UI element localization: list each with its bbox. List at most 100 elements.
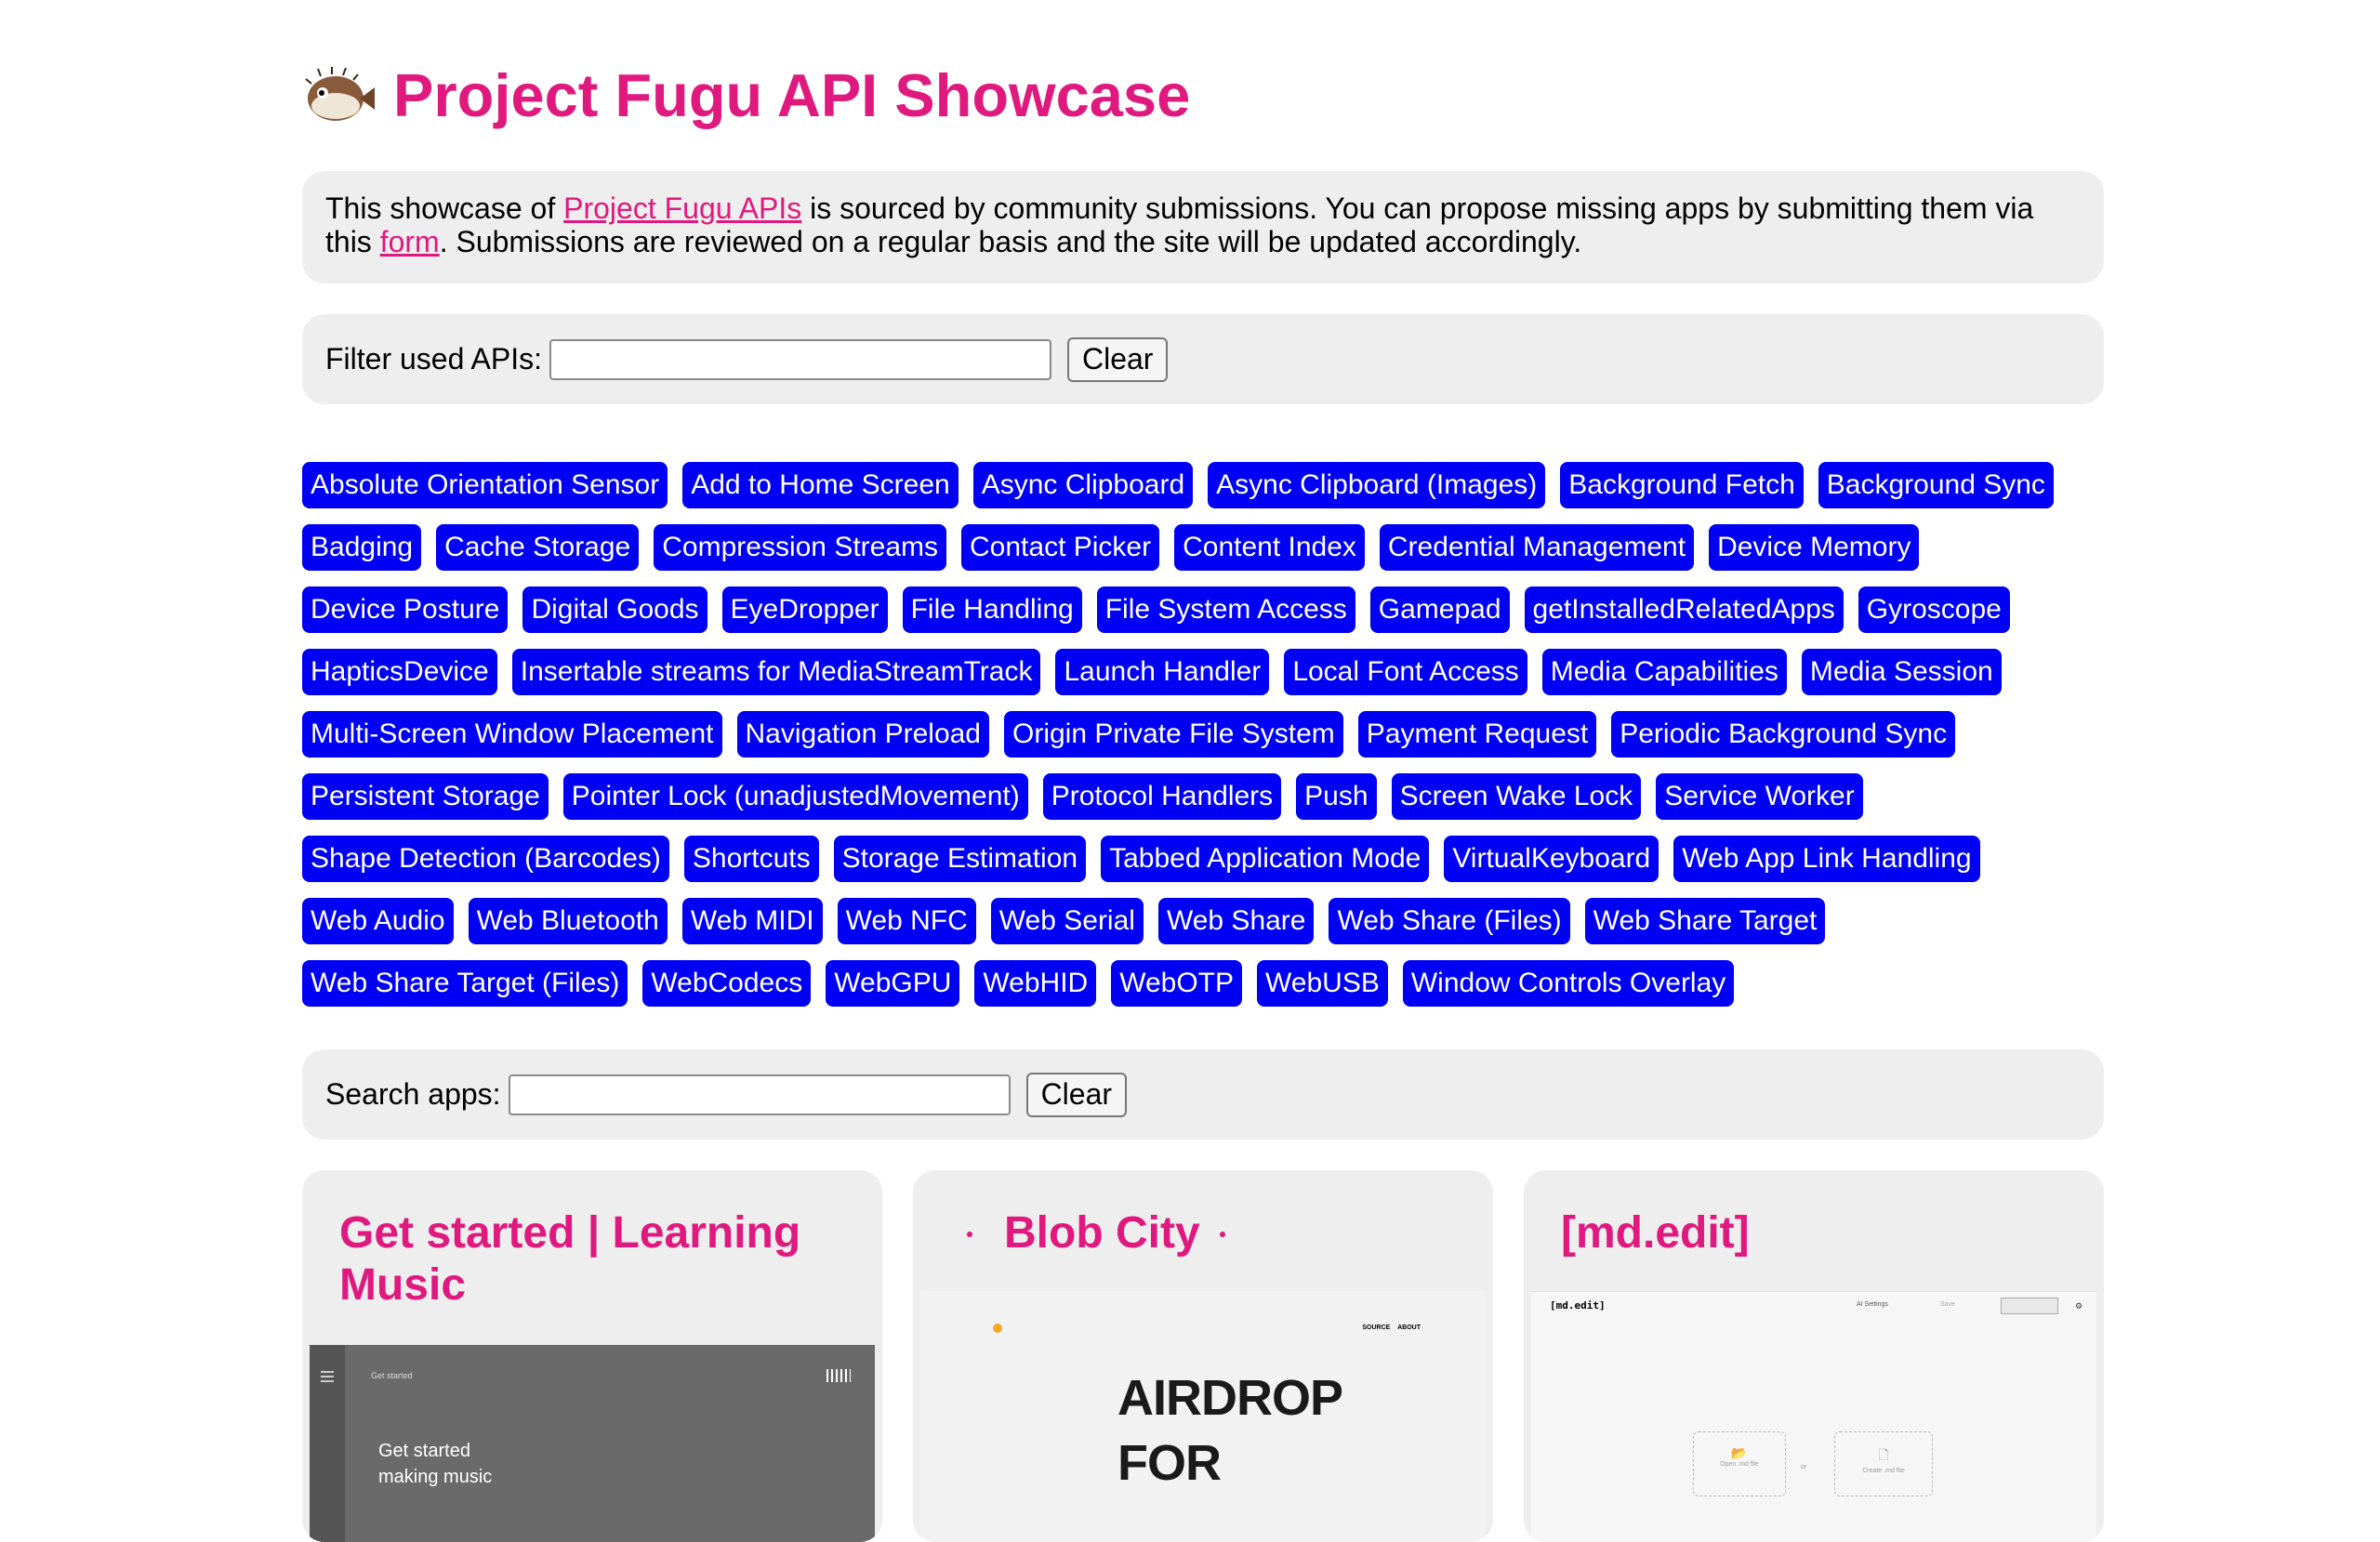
header: Project Fugu API Showcase [302,0,2104,191]
api-tag[interactable]: Content Index [1174,524,1365,571]
api-tag[interactable]: Periodic Background Sync [1611,711,1956,758]
api-tag[interactable]: Gyroscope [1858,586,2010,633]
api-tag[interactable]: Shape Detection (Barcodes) [302,836,669,882]
api-tag[interactable]: Payment Request [1357,711,1597,758]
app-card-title[interactable]: Blob City [913,1170,1493,1259]
api-tag[interactable]: Tabbed Application Mode [1101,836,1430,882]
search-input[interactable] [508,1074,1011,1115]
api-tag[interactable]: Cache Storage [436,524,640,571]
or-label: or [1801,1464,1807,1470]
api-tag[interactable]: Credential Management [1379,524,1695,571]
api-tag[interactable]: Add to Home Screen [682,462,959,508]
api-tag[interactable]: Badging [302,524,422,571]
api-tag[interactable]: Screen Wake Lock [1391,773,1642,820]
api-tag[interactable]: Service Worker [1656,773,1863,820]
filter-clear-button[interactable]: Clear [1066,336,1169,382]
api-tag[interactable]: Async Clipboard (Images) [1208,462,1546,508]
form-link[interactable]: form [380,225,440,258]
api-tag[interactable]: Pointer Lock (unadjustedMovement) [562,773,1028,820]
search-panel: Search apps: Clear [302,1049,2104,1140]
api-tag[interactable]: Web Share Target (Files) [302,960,628,1007]
api-tag[interactable]: File Handling [902,586,1082,633]
api-tag[interactable]: Digital Goods [522,586,707,633]
api-tag[interactable]: Absolute Orientation Sensor [302,462,668,508]
gear-icon: ⚙ [2075,1301,2083,1311]
api-tag[interactable]: HapticsDevice [302,649,497,695]
api-tag[interactable]: Local Font Access [1284,649,1527,695]
api-tag[interactable]: Web Serial [990,898,1144,944]
app-card[interactable]: Blob City SOURCE ABOUT AIRDROP FOR [913,1170,1493,1542]
api-tag[interactable]: Protocol Handlers [1042,773,1282,820]
api-tag[interactable]: Web Share [1157,898,1315,944]
api-tag[interactable]: VirtualKeyboard [1444,836,1659,882]
api-tag[interactable]: Launch Handler [1055,649,1270,695]
fugu-apis-link[interactable]: Project Fugu APIs [563,191,801,225]
api-tag[interactable]: Storage Estimation [833,836,1087,882]
open-file-label: Open .md file [1720,1461,1759,1468]
api-tag[interactable]: Insertable streams for MediaStreamTrack [511,649,1041,695]
folder-icon: 📂 [1731,1445,1748,1460]
api-tag[interactable]: Shortcuts [683,836,819,882]
api-tag[interactable]: Web NFC [837,898,976,944]
search-clear-button[interactable]: Clear [1025,1072,1128,1117]
api-tag[interactable]: WebHID [974,960,1097,1007]
page-title: Project Fugu API Showcase [393,61,1191,129]
screenshot-nav: SOURCE ABOUT [1362,1325,1421,1331]
api-tag[interactable]: WebUSB [1257,960,1388,1007]
app-card-title[interactable]: [md.edit] [1524,1170,2104,1259]
api-tag[interactable]: WebGPU [826,960,960,1007]
api-tag[interactable]: Web MIDI [681,898,823,944]
api-tag[interactable]: Push [1296,773,1377,820]
api-tag[interactable]: Web Share (Files) [1329,898,1570,944]
api-tag[interactable]: Window Controls Overlay [1402,960,1735,1007]
intro-text: . Submissions are reviewed on a regular … [439,225,1582,258]
screenshot-line: making music [378,1467,493,1487]
api-tag-list: Absolute Orientation Sensor Add to Home S… [302,462,2069,1022]
api-tag[interactable]: Persistent Storage [302,773,549,820]
api-tag[interactable]: Multi-Screen Window Placement [302,711,722,758]
intro-text: This showcase of [325,191,564,225]
api-tag[interactable]: Media Session [1801,649,2002,695]
api-tag[interactable]: Web App Link Handling [1673,836,1980,882]
app-card[interactable]: [md.edit] [md.edit] AI Settings Save ⚙ 📂… [1524,1170,2104,1542]
app-card-title[interactable]: Get started | Learning Music [302,1170,882,1311]
api-tag[interactable]: Device Posture [302,586,509,633]
filter-label: Filter used APIs: [325,342,542,376]
view-toggle [2001,1298,2058,1314]
headline-line: FOR [1117,1435,1222,1491]
api-tag[interactable]: Origin Private File System [1004,711,1343,758]
api-tag[interactable]: Background Fetch [1560,462,1804,508]
intro-panel: This showcase of Project Fugu APIs is so… [302,171,2104,283]
api-tag[interactable]: Web Share Target [1584,898,1826,944]
api-tag[interactable]: WebCodecs [642,960,812,1007]
headline-line: AIRDROP [1117,1370,1343,1426]
screenshot-headline: AIRDROP FOR [1117,1365,1343,1496]
filter-input[interactable] [549,338,1051,380]
api-tag[interactable]: Contact Picker [961,524,1160,571]
api-tag[interactable]: Compression Streams [654,524,947,571]
screenshot-sidebar [310,1345,345,1542]
decorative-dot [967,1232,972,1237]
ai-settings-label: AI Settings [1857,1301,1888,1308]
api-tag[interactable]: EyeDropper [721,586,888,633]
api-tag[interactable]: Device Memory [1709,524,1920,571]
api-tag[interactable]: getInstalledRelatedApps [1524,586,1844,633]
api-tag[interactable]: Web Bluetooth [468,898,668,944]
pufferfish-icon [305,66,375,121]
screenshot-heading: Get started [371,1371,413,1380]
app-card[interactable]: Get started | Learning Music Get started… [302,1170,882,1542]
page: Project Fugu API Showcase This showcase … [302,0,2104,1542]
api-tag[interactable]: Background Sync [1818,462,2054,508]
api-tag[interactable]: File System Access [1096,586,1355,633]
app-card-list: Get started | Learning Music Get started… [302,1170,2104,1542]
api-tag[interactable]: Media Capabilities [1541,649,1787,695]
nav-about: ABOUT [1397,1325,1421,1331]
api-tag[interactable]: Navigation Preload [736,711,989,758]
api-tag[interactable]: Web Audio [302,898,454,944]
api-tag[interactable]: Gamepad [1369,586,1510,633]
file-icon: 🗋 [1878,1447,1889,1462]
menu-icon [321,1371,334,1373]
api-tag[interactable]: Async Clipboard [972,462,1194,508]
filter-panel: Filter used APIs: Clear [302,314,2104,404]
api-tag[interactable]: WebOTP [1111,960,1243,1007]
